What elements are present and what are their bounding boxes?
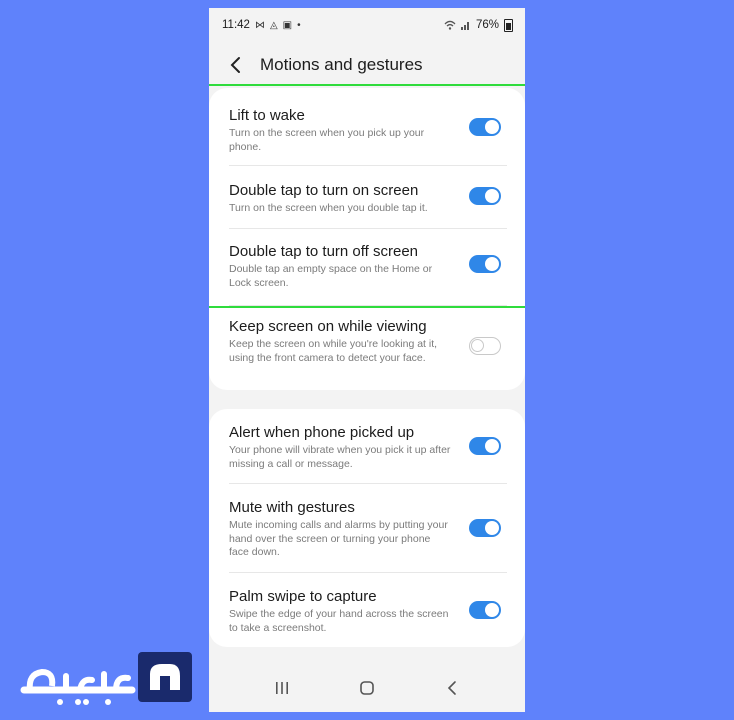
setting-description: Double tap an empty space on the Home or… [229, 263, 433, 289]
recents-icon[interactable] [270, 676, 294, 700]
toggle-mute-gestures[interactable] [469, 519, 501, 537]
setting-row-double-tap-on[interactable]: Double tap to turn on screen Turn on the… [229, 181, 501, 216]
setting-row-keep-screen-on[interactable]: Keep screen on while viewing Keep the sc… [229, 317, 501, 365]
divider [229, 228, 507, 229]
home-icon[interactable] [355, 676, 379, 700]
signal-icon [460, 22, 469, 30]
toggle-palm-swipe[interactable] [469, 601, 501, 619]
phone-screen: 11:42 ⋈ ◬ ▣ • 76% Motions and gestures L… [209, 8, 525, 712]
setting-description: Turn on the screen when you double tap i… [229, 202, 428, 214]
page-title: Motions and gestures [260, 55, 423, 74]
setting-description: Swipe the edge of your hand across the s… [229, 608, 449, 634]
dot-icon: • [297, 19, 301, 31]
divider [229, 572, 507, 573]
toggle-double-tap-off[interactable] [469, 255, 501, 273]
toggle-lift-to-wake[interactable] [469, 118, 501, 136]
setting-description: Your phone will vibrate when you pick it… [229, 444, 451, 470]
divider [229, 483, 507, 484]
status-time: 11:42 [222, 19, 250, 31]
settings-card-1: Lift to wake Turn on the screen when you… [209, 88, 525, 390]
back-arrow-icon[interactable] [229, 56, 247, 74]
highlight-line-top [209, 84, 525, 86]
setting-description: Mute incoming calls and alarms by puttin… [229, 519, 448, 558]
divider [229, 165, 507, 166]
toggle-alert-picked-up[interactable] [469, 437, 501, 455]
setting-title: Double tap to turn off screen [229, 243, 419, 260]
android-icon: ◬ [269, 19, 278, 31]
app-bar: Motions and gestures [209, 42, 525, 88]
nav-back-icon[interactable] [440, 676, 464, 700]
setting-description: Turn on the screen when you pick up your… [229, 127, 425, 153]
missed-call-icon: ⋈ [254, 19, 265, 31]
setting-title: Alert when phone picked up [229, 424, 415, 441]
toggle-keep-screen-on[interactable] [469, 337, 501, 355]
mobile-logo [20, 652, 192, 705]
navigation-bar [209, 664, 525, 712]
image-icon: ▣ [282, 19, 293, 31]
setting-row-double-tap-off[interactable]: Double tap to turn off screen Double tap… [229, 242, 501, 290]
wifi-icon [444, 20, 456, 30]
setting-row-mute-gestures[interactable]: Mute with gestures Mute incoming calls a… [229, 498, 501, 560]
battery-percent: 76% [475, 19, 499, 31]
setting-row-alert-picked-up[interactable]: Alert when phone picked up Your phone wi… [229, 423, 501, 471]
setting-row-palm-swipe[interactable]: Palm swipe to capture Swipe the edge of … [229, 587, 501, 635]
setting-description: Keep the screen on while you're looking … [229, 338, 438, 364]
setting-title: Double tap to turn on screen [229, 182, 419, 199]
setting-title: Mute with gestures [229, 499, 355, 516]
setting-row-lift-to-wake[interactable]: Lift to wake Turn on the screen when you… [229, 106, 501, 154]
setting-title: Palm swipe to capture [229, 588, 377, 605]
status-bar: 11:42 ⋈ ◬ ▣ • 76% [209, 8, 525, 42]
setting-title: Keep screen on while viewing [229, 318, 427, 335]
highlight-line-bottom [209, 306, 525, 308]
toggle-double-tap-on[interactable] [469, 187, 501, 205]
settings-card-2: Alert when phone picked up Your phone wi… [209, 409, 525, 647]
battery-icon [504, 18, 513, 32]
setting-title: Lift to wake [229, 107, 305, 124]
